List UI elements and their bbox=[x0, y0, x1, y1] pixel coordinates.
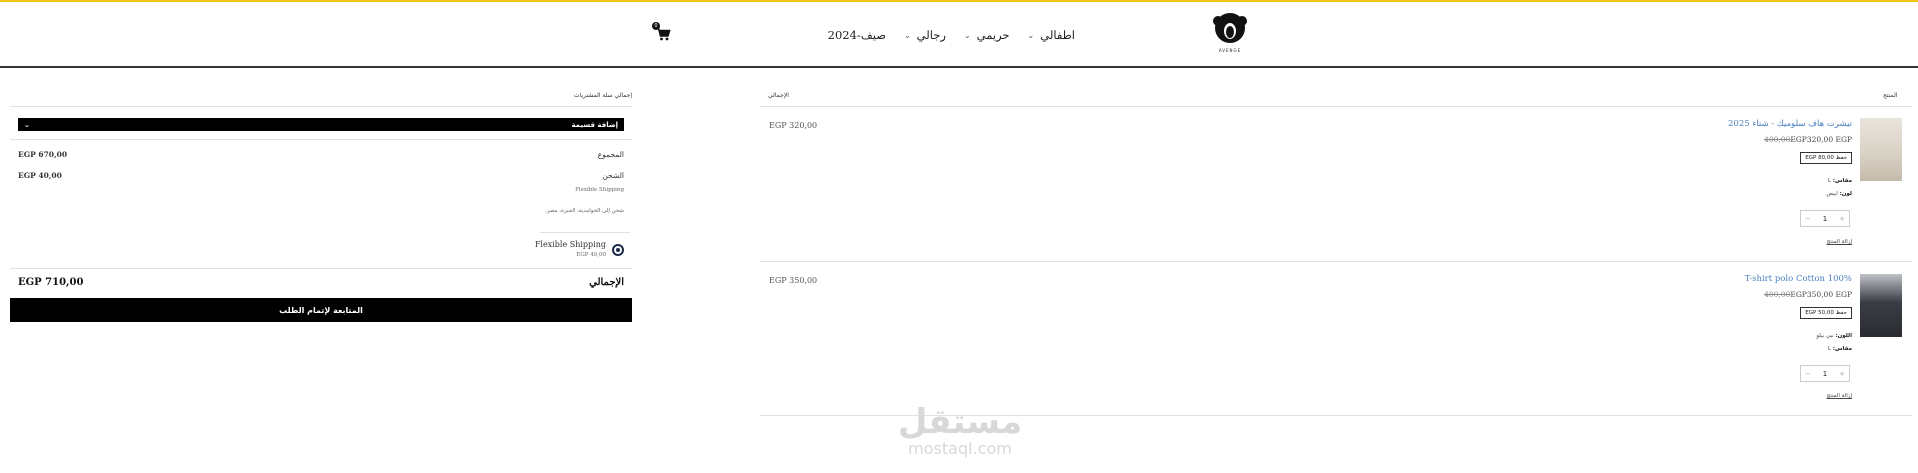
divider bbox=[760, 106, 1912, 107]
nav-item-label: رجالي bbox=[916, 28, 946, 42]
proceed-to-checkout-button[interactable]: المتابعة لإتمام الطلب bbox=[10, 298, 632, 322]
chevron-down-icon: ⌄ bbox=[24, 120, 30, 129]
shipping-value: EGP 40,00 bbox=[18, 171, 62, 180]
shipping-option-label[interactable]: Flexible Shipping bbox=[535, 240, 606, 249]
nav-item-men[interactable]: رجالي ⌄ bbox=[904, 28, 946, 42]
attribute-value: L bbox=[1827, 346, 1832, 352]
quantity-value[interactable]: 1 bbox=[1823, 215, 1827, 223]
product-price-new: EGP350,00 EGP bbox=[1790, 290, 1852, 299]
product-image[interactable] bbox=[1860, 274, 1902, 337]
product-attribute: مقاس: L bbox=[1828, 346, 1852, 352]
attribute-value: نبي بيلو bbox=[1816, 333, 1834, 339]
watermark-latin: mostaql.com bbox=[908, 439, 1012, 458]
total-value: EGP 710,00 bbox=[18, 277, 84, 288]
column-header-product: المنتج bbox=[1883, 92, 1898, 99]
brand-logo[interactable]: AVENGE bbox=[1212, 12, 1248, 56]
decrease-button[interactable]: − bbox=[1805, 370, 1811, 378]
quantity-stepper[interactable]: − 1 + bbox=[1800, 365, 1850, 382]
save-badge: حفظ 80,00 EGP bbox=[1800, 152, 1852, 164]
save-badge: حفظ 50,00 EGP bbox=[1800, 307, 1852, 319]
product-price-old: 400,00 bbox=[1764, 290, 1791, 299]
shipping-method: Flexible Shipping bbox=[575, 187, 624, 193]
quantity-value[interactable]: 1 bbox=[1823, 370, 1827, 378]
total-label: الإجمالي bbox=[589, 277, 624, 288]
attribute-label: مقاس: bbox=[1832, 346, 1852, 352]
column-header-total: الإجمالي bbox=[768, 92, 789, 99]
product-attribute: لون: ابيض bbox=[1826, 191, 1852, 197]
quantity-stepper[interactable]: − 1 + bbox=[1800, 210, 1850, 227]
nav-item-kids[interactable]: اطفالي ⌄ bbox=[1028, 28, 1075, 42]
product-attribute: مقاس: L bbox=[1828, 178, 1852, 184]
nav-item-summer-2024[interactable]: صيف-2024 bbox=[828, 28, 886, 42]
remove-item-link[interactable]: إزالة المنتج bbox=[1827, 239, 1852, 245]
logo-text: AVENGE bbox=[1218, 48, 1242, 53]
attribute-label: لون: bbox=[1839, 191, 1852, 197]
attribute-value: ابيض bbox=[1826, 191, 1838, 197]
add-coupon-toggle[interactable]: ⌄ إضافة قسيمة bbox=[18, 118, 624, 131]
product-name-link[interactable]: T-shirt polo Cotton 100% bbox=[1745, 274, 1852, 284]
product-image[interactable] bbox=[1860, 118, 1902, 181]
cart-count-badge: 0 bbox=[652, 22, 660, 30]
cart-button[interactable]: 0 bbox=[652, 22, 671, 42]
product-price-new: EGP320,00 EGP bbox=[1790, 135, 1852, 144]
watermark-arabic: مستقل bbox=[897, 402, 1023, 442]
chevron-down-icon: ⌄ bbox=[963, 30, 971, 40]
main-nav: اطفالي ⌄ حريمي ⌄ رجالي ⌄ صيف-2024 bbox=[828, 28, 1075, 42]
coupon-label: إضافة قسيمة bbox=[571, 120, 618, 129]
increase-button[interactable]: + bbox=[1839, 215, 1845, 223]
nav-item-label: صيف-2024 bbox=[827, 28, 886, 42]
cart-totals-title: إجمالي سلة المشتريات bbox=[573, 92, 632, 99]
subtotal-value: EGP 670,00 bbox=[18, 150, 68, 159]
shipping-option-price: EGP 40,00 bbox=[576, 252, 606, 258]
divider bbox=[10, 268, 632, 269]
site-header: AVENGE اطفالي ⌄ حريمي ⌄ رجالي ⌄ صيف-2024… bbox=[0, 2, 1918, 68]
attribute-label: اللون: bbox=[1835, 333, 1852, 339]
shipping-destination: شحن إلى الحوامدية، الجيزة، مصر. bbox=[545, 208, 624, 214]
attribute-label: مقاس: bbox=[1832, 178, 1852, 184]
decrease-button[interactable]: − bbox=[1805, 215, 1811, 223]
product-name-link[interactable]: تيشرت هاف سلوميك - شتاء 2025 bbox=[1728, 119, 1852, 129]
nav-item-label: اطفالي bbox=[1040, 28, 1075, 42]
product-price-old: 400,00 bbox=[1764, 135, 1791, 144]
attribute-value: L bbox=[1827, 178, 1832, 184]
increase-button[interactable]: + bbox=[1839, 370, 1845, 378]
product-price: 400,00EGP350,00 EGP bbox=[1760, 290, 1852, 299]
nav-item-women[interactable]: حريمي ⌄ bbox=[964, 28, 1010, 42]
product-attribute: اللون: نبي بيلو bbox=[1816, 333, 1852, 339]
divider bbox=[540, 232, 630, 233]
logo-icon bbox=[1213, 13, 1247, 43]
shipping-option-radio[interactable] bbox=[612, 244, 624, 256]
nav-item-label: حريمي bbox=[976, 28, 1010, 42]
subtotal-label: المجموع bbox=[597, 150, 624, 159]
line-total: EGP 350,00 bbox=[769, 276, 818, 285]
shipping-label: الشحن bbox=[602, 171, 624, 180]
watermark: مستقل mostaql.com bbox=[895, 404, 1025, 458]
chevron-down-icon: ⌄ bbox=[903, 30, 911, 40]
line-total: EGP 320,00 bbox=[769, 121, 818, 130]
divider bbox=[10, 106, 632, 107]
chevron-down-icon: ⌄ bbox=[1027, 30, 1035, 40]
divider bbox=[10, 139, 632, 140]
divider bbox=[760, 261, 1912, 262]
product-price: 400,00EGP320,00 EGP bbox=[1760, 135, 1852, 144]
remove-item-link[interactable]: إزالة المنتج bbox=[1827, 393, 1852, 399]
